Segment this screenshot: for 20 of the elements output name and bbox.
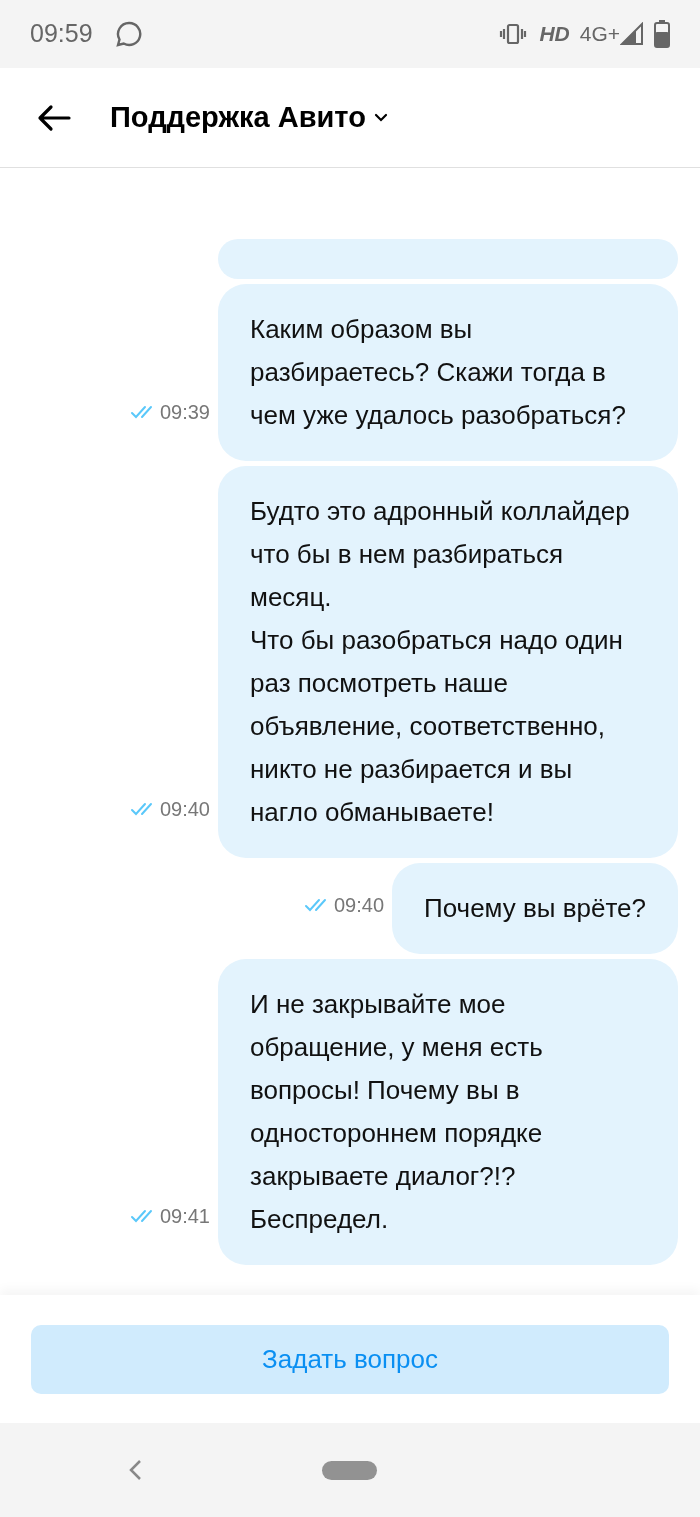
hd-indicator: HD	[539, 21, 570, 48]
vibrate-icon	[499, 23, 528, 45]
message-time: 09:40	[333, 893, 385, 918]
message-bubble: Будто это адронный коллайдер что бы в нем разбираться месяц. Что бы разобраться надо один раз посмотреть наше объявление, соответственно, никто не разбирается и вы нагло обманываете!	[218, 466, 678, 858]
message-bubble: И не закрывайте мое обращение, у меня есть вопросы! Почему вы в одностороннем порядке закрываете диалог?!? Беспредел.	[218, 959, 678, 1265]
message-time: 09:39	[159, 400, 210, 425]
signal-icon	[620, 22, 644, 46]
message-time: 09:40	[159, 797, 210, 822]
network-type: 4G+	[579, 21, 620, 48]
back-arrow-icon	[37, 103, 71, 132]
chat-title-dropdown[interactable]: Поддержка Авито	[110, 95, 388, 140]
back-nav-icon[interactable]	[128, 1459, 142, 1481]
status-time: 09:59	[30, 18, 93, 50]
message-bubble: Почему вы врёте?	[392, 863, 678, 954]
message-bubble: Каким образом вы разбираетесь? Скажи тогда в чем уже удалось разобраться?	[218, 284, 678, 461]
home-pill[interactable]	[322, 1460, 377, 1480]
battery-icon	[654, 20, 670, 48]
chevron-down-icon	[373, 113, 388, 122]
chat-bubble-icon	[114, 20, 143, 48]
message-time: 09:41	[159, 1204, 210, 1229]
